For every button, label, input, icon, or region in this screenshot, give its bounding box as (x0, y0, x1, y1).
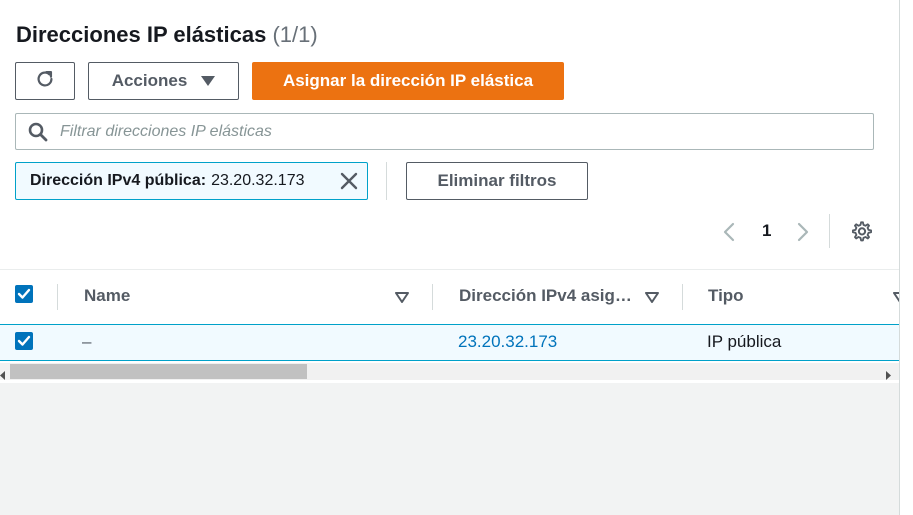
title-text: Direcciones IP elásticas (16, 22, 267, 47)
chevron-right-icon[interactable] (796, 222, 810, 247)
scroll-right-icon[interactable] (885, 367, 891, 385)
cell-type: IP pública (707, 332, 782, 351)
scrollbar-thumb[interactable] (10, 364, 307, 379)
refresh-icon (34, 68, 56, 95)
filter-token: Dirección IPv4 pública: 23.20.32.173 (15, 162, 368, 200)
filter-divider (386, 162, 387, 200)
column-divider (432, 284, 433, 310)
sort-icon[interactable] (645, 290, 659, 308)
pagination: 1 (718, 216, 818, 246)
select-all-checkbox[interactable] (15, 285, 33, 303)
search-field[interactable] (15, 113, 874, 150)
elastic-ip-panel: Direcciones IP elásticas (1/1) Acciones … (0, 0, 899, 383)
sort-icon[interactable] (395, 290, 409, 308)
clear-filters-button[interactable]: Eliminar filtros (406, 162, 588, 200)
cell-name: – (82, 332, 92, 351)
allocate-elastic-ip-button[interactable]: Asignar la dirección IP elástica (252, 62, 564, 100)
column-header-label: Tipo (708, 286, 744, 305)
filter-token-key: Dirección IPv4 pública: (30, 172, 207, 189)
search-input[interactable] (60, 114, 873, 149)
column-header-label: Name (84, 286, 131, 305)
column-header-name[interactable]: Name (84, 270, 424, 322)
page-title: Direcciones IP elásticas (1/1) (16, 22, 318, 48)
chevron-left-icon[interactable] (722, 222, 736, 247)
page-right-edge (899, 0, 913, 515)
column-header-type[interactable]: Tipo (708, 270, 868, 322)
column-divider (57, 284, 58, 310)
pager-divider (829, 214, 830, 248)
horizontal-scrollbar[interactable] (0, 363, 899, 380)
search-icon (16, 122, 60, 142)
column-divider (682, 284, 683, 310)
gear-icon[interactable] (851, 220, 873, 247)
column-header-label: Dirección IPv4 asig… (459, 286, 632, 305)
row-checkbox[interactable] (15, 332, 33, 350)
allocate-label: Asignar la dirección IP elástica (282, 71, 534, 90)
cell-ip-link[interactable]: 23.20.32.173 (458, 332, 557, 352)
filter-token-value: 23.20.32.173 (211, 172, 305, 189)
column-header-ipv4[interactable]: Dirección IPv4 asig… (459, 270, 639, 322)
refresh-button[interactable] (15, 62, 75, 100)
clear-filters-label: Eliminar filtros (437, 171, 557, 190)
page-number[interactable]: 1 (762, 221, 771, 241)
close-icon[interactable] (340, 172, 358, 195)
actions-dropdown[interactable]: Acciones (88, 62, 239, 100)
caret-down-icon (201, 71, 216, 91)
actions-label: Acciones (111, 71, 188, 90)
title-count: (1/1) (272, 22, 318, 47)
scroll-left-icon[interactable] (0, 367, 6, 385)
